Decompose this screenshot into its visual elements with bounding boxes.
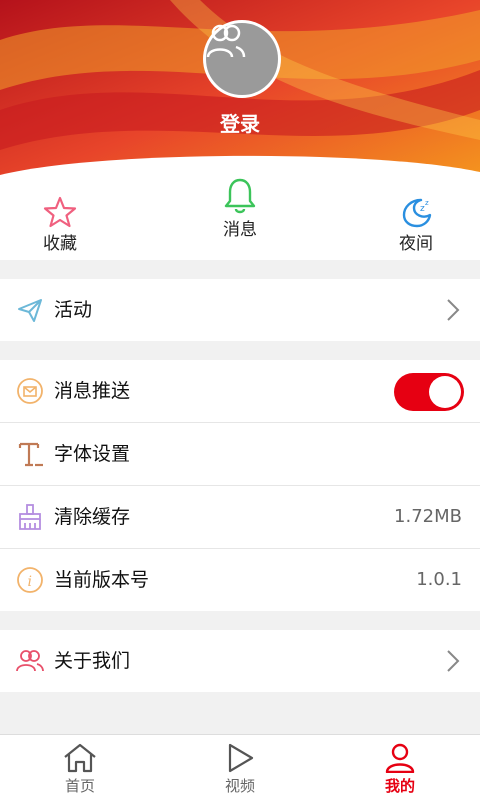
broom-icon bbox=[19, 504, 41, 530]
activity-row[interactable]: 活动 bbox=[0, 279, 480, 341]
font-settings-label: 字体设置 bbox=[54, 443, 131, 465]
mail-icon bbox=[17, 378, 43, 404]
night-mode-button[interactable]: z z 夜间 bbox=[356, 195, 476, 254]
clear-cache-row[interactable]: 清除缓存 1.72MB bbox=[0, 486, 480, 549]
bell-icon bbox=[224, 178, 256, 214]
night-mode-label: 夜间 bbox=[399, 234, 433, 254]
tab-video[interactable]: 视频 bbox=[160, 735, 320, 796]
font-icon bbox=[18, 442, 43, 467]
info-icon: i bbox=[17, 567, 43, 593]
send-icon bbox=[18, 299, 42, 322]
play-icon bbox=[228, 743, 254, 773]
chevron-right-icon bbox=[447, 299, 460, 321]
toggle-knob bbox=[429, 376, 461, 408]
about-us-row[interactable]: 关于我们 bbox=[0, 630, 480, 692]
moon-icon: z z bbox=[402, 198, 432, 228]
users-icon bbox=[206, 24, 246, 58]
push-notification-row: 消息推送 bbox=[0, 360, 480, 423]
tab-mine-label: 我的 bbox=[384, 777, 415, 795]
push-notification-toggle[interactable] bbox=[394, 373, 464, 411]
tab-home[interactable]: 首页 bbox=[0, 735, 160, 796]
home-icon bbox=[64, 743, 96, 773]
push-notification-label: 消息推送 bbox=[54, 380, 131, 402]
messages-label: 消息 bbox=[223, 220, 257, 240]
quick-actions: 收藏 消息 z z 夜间 bbox=[0, 175, 480, 260]
tab-video-label: 视频 bbox=[224, 777, 255, 795]
favorites-label: 收藏 bbox=[43, 234, 77, 254]
chevron-right-icon bbox=[447, 650, 460, 672]
version-row: i 当前版本号 1.0.1 bbox=[0, 549, 480, 611]
font-settings-row[interactable]: 字体设置 bbox=[0, 423, 480, 486]
svg-text:z: z bbox=[425, 199, 429, 207]
activity-section: 活动 bbox=[0, 279, 480, 341]
clear-cache-label: 清除缓存 bbox=[54, 506, 131, 528]
person-icon bbox=[385, 743, 415, 773]
version-value: 1.0.1 bbox=[416, 569, 462, 590]
tab-home-label: 首页 bbox=[64, 777, 95, 795]
group-icon bbox=[16, 650, 44, 672]
favorites-button[interactable]: 收藏 bbox=[0, 195, 120, 254]
bottom-tab-bar: 首页 视频 我的 bbox=[0, 734, 480, 801]
version-label: 当前版本号 bbox=[54, 569, 150, 591]
messages-button[interactable]: 消息 bbox=[180, 177, 300, 240]
svg-text:i: i bbox=[28, 574, 32, 590]
about-section: 关于我们 bbox=[0, 630, 480, 692]
activity-label: 活动 bbox=[54, 299, 93, 321]
settings-section: 消息推送 字体设置 清除缓存 1.72MB i 当前版本号 1.0.1 bbox=[0, 360, 480, 611]
tab-mine[interactable]: 我的 bbox=[320, 735, 480, 796]
cache-size-value: 1.72MB bbox=[394, 506, 462, 527]
profile-header: 登录 bbox=[0, 0, 480, 190]
avatar[interactable] bbox=[203, 20, 281, 98]
star-icon bbox=[43, 196, 77, 228]
about-us-label: 关于我们 bbox=[54, 650, 131, 672]
login-button[interactable]: 登录 bbox=[0, 108, 480, 137]
